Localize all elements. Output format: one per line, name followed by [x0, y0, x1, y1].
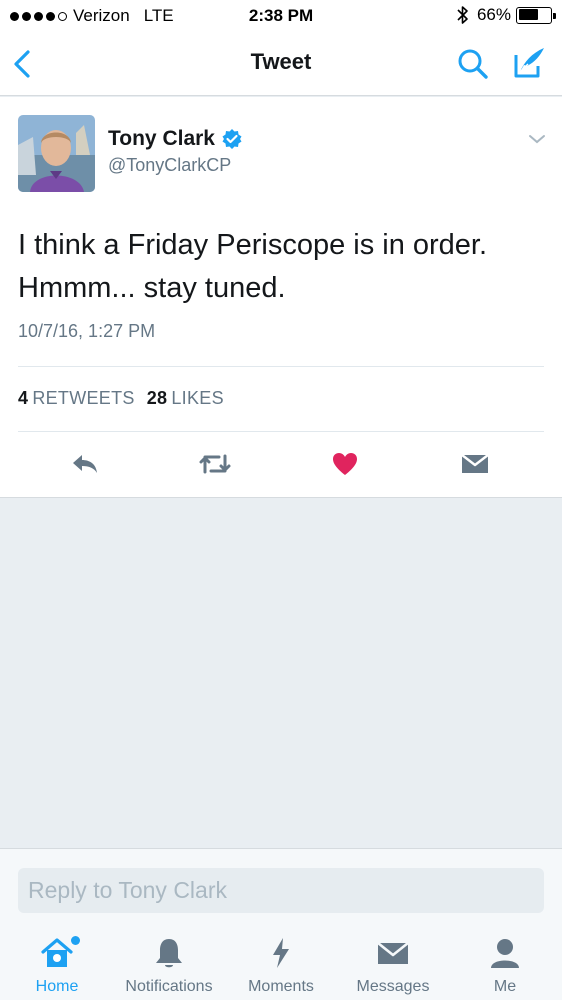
person-icon	[488, 936, 522, 972]
author-row: Tony Clark	[108, 127, 243, 151]
search-icon	[458, 49, 488, 79]
avatar[interactable]	[18, 115, 95, 192]
compose-button[interactable]	[510, 44, 548, 82]
tweet-options-button[interactable]	[526, 130, 548, 148]
compose-icon	[514, 48, 544, 78]
reply-bar	[0, 848, 562, 928]
bell-icon	[152, 936, 186, 972]
reply-button[interactable]	[65, 444, 105, 484]
tab-notifications[interactable]: Notifications	[116, 928, 222, 1000]
home-icon	[40, 936, 80, 972]
tab-label: Notifications	[125, 978, 213, 995]
envelope-icon	[461, 454, 489, 473]
author-name[interactable]: Tony Clark	[108, 127, 215, 151]
chevron-down-icon	[529, 135, 545, 144]
tab-label: Messages	[356, 978, 430, 995]
tweet-detail: Tony Clark @TonyClarkCP I think a Friday…	[0, 97, 562, 498]
reply-input[interactable]	[18, 868, 544, 913]
tab-home[interactable]: Home	[24, 928, 90, 1000]
likes-label: LIKES	[171, 388, 224, 408]
tweet-stats: 4 RETWEETS 28 LIKES	[18, 388, 224, 409]
tweet-actions	[0, 444, 562, 484]
reply-icon	[73, 455, 97, 473]
retweets-count: 4	[18, 388, 29, 408]
divider	[18, 366, 544, 367]
nav-bar: Tweet	[0, 32, 562, 96]
tab-bar: Home Notifications Moments Messages Me	[0, 928, 562, 1000]
tab-me[interactable]: Me	[482, 928, 528, 1000]
retweets-stat[interactable]: 4 RETWEETS	[18, 388, 135, 409]
tweet-text: I think a Friday Periscope is in order. …	[18, 229, 488, 304]
tab-messages[interactable]: Messages	[350, 928, 436, 1000]
likes-stat[interactable]: 28 LIKES	[147, 388, 224, 409]
battery-icon	[516, 6, 556, 24]
battery-percent: 66%	[476, 5, 511, 24]
likes-count: 28	[146, 388, 168, 408]
status-right: 66%	[457, 5, 556, 25]
tweet-timestamp: 10/7/16, 1:27 PM	[18, 321, 156, 341]
tab-moments[interactable]: Moments	[240, 928, 322, 1000]
tab-label: Home	[35, 978, 79, 995]
retweet-button[interactable]	[195, 444, 235, 484]
like-button[interactable]	[325, 444, 365, 484]
bluetooth-icon	[457, 6, 468, 24]
direct-message-button[interactable]	[455, 444, 495, 484]
heart-icon	[333, 453, 357, 475]
divider	[18, 431, 544, 432]
retweet-icon	[199, 454, 231, 474]
envelope-icon	[376, 936, 410, 972]
status-bar: Verizon LTE 2:38 PM 66%	[0, 0, 562, 32]
battery-fill	[518, 9, 539, 20]
lightning-icon	[264, 936, 298, 972]
tab-label: Me	[493, 978, 517, 995]
retweets-label: RETWEETS	[32, 388, 135, 408]
verified-badge-icon	[222, 129, 242, 149]
tab-label: Moments	[248, 978, 314, 995]
author-handle[interactable]: @TonyClarkCP	[108, 155, 231, 176]
new-content-dot	[71, 936, 80, 945]
search-button[interactable]	[455, 46, 491, 82]
